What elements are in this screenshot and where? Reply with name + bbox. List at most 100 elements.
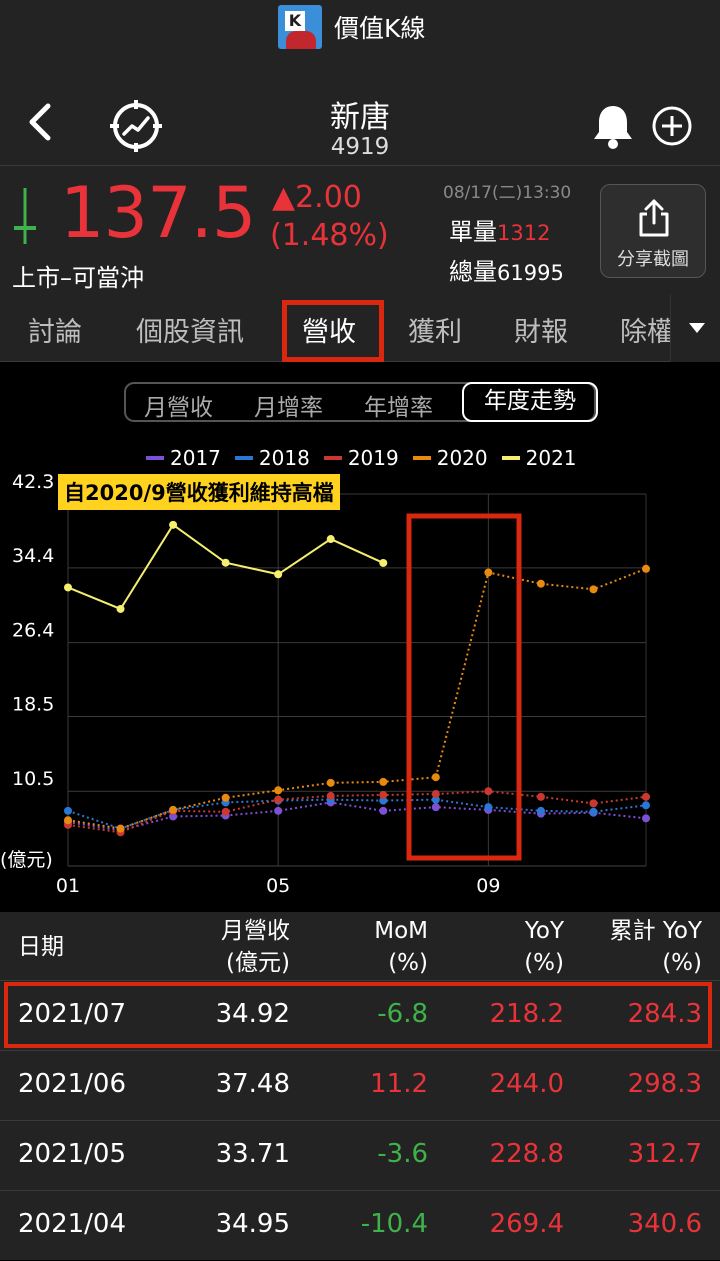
app-logo-icon: K [278, 5, 322, 49]
data-point-2021 [326, 535, 335, 544]
data-point-2019 [274, 795, 283, 804]
chevron-down-icon[interactable] [670, 294, 720, 362]
quote-time: 08/17(二)13:30 [443, 183, 572, 203]
table-row[interactable]: 2021/04 34.95 -10.4 269.4 340.6 [0, 1190, 720, 1260]
share-label: 分享截圖 [617, 249, 689, 270]
x-tick-label: 05 [266, 875, 290, 897]
row-cumulative-yoy: 340.6 [627, 1209, 702, 1239]
table-row[interactable]: 2021/06 37.48 11.2 244.0 298.3 [0, 1050, 720, 1120]
table-row[interactable]: 2021/05 33.71 -3.6 228.8 312.7 [0, 1120, 720, 1190]
y-tick-label: 10.5 [12, 768, 54, 790]
row-revenue: 33.71 [215, 1139, 290, 1169]
y-tick-label: 18.5 [12, 693, 54, 715]
legend-label: 2021 [525, 446, 577, 470]
segment-monthly-revenue[interactable]: 月營收 [144, 388, 213, 422]
tab-stock-info[interactable]: 個股資訊 [136, 310, 244, 349]
price-change: ▲2.00 [272, 180, 362, 215]
data-point-2019 [484, 787, 493, 796]
row-revenue: 34.95 [215, 1209, 290, 1239]
row-cumulative-yoy: 298.3 [627, 1069, 702, 1099]
y-tick-label: 26.4 [12, 620, 54, 642]
tab-bar: 討論 個股資訊 營收 獲利 財報 除權 [0, 294, 720, 362]
data-point-2021 [221, 558, 230, 567]
data-point-2019 [431, 790, 440, 799]
header-mom-unit: (%) [388, 950, 428, 976]
app-header: K 價值K線 [0, 0, 720, 60]
data-point-2018 [589, 807, 598, 816]
data-point-2019 [326, 791, 335, 800]
legend-item: 2018 [234, 446, 310, 470]
data-point-2020 [116, 824, 125, 833]
data-point-2019 [536, 792, 545, 801]
segment-yoy[interactable]: 年增率 [364, 388, 433, 422]
tab-discussion[interactable]: 討論 [28, 310, 82, 349]
row-cumulative-yoy: 312.7 [627, 1139, 702, 1169]
total-volume-label: 總量 [449, 258, 497, 286]
y-unit-label: (億元) [0, 849, 53, 871]
candle-icon [14, 188, 36, 244]
unit-volume: 單量1312 [449, 212, 550, 247]
x-tick-label: 09 [476, 875, 500, 897]
chart-legend: 2017 2018 2019 2020 2021 [146, 446, 577, 470]
legend-item: 2019 [323, 446, 399, 470]
chart-highlight-box [406, 513, 522, 861]
app-brand: K 價值K線 [278, 5, 425, 49]
stock-price: 137.5 [60, 172, 256, 254]
header-yoy-unit: (%) [524, 950, 564, 976]
data-point-2019 [642, 792, 650, 801]
segmented-control: 月營收 月增率 年增率 年度走勢 [124, 382, 598, 422]
table-header: 日期 月營收 (億元) MoM (%) YoY (%) 累計 YoY (%) [0, 912, 720, 980]
total-volume: 總量61995 [449, 252, 564, 287]
data-point-2021 [64, 583, 72, 592]
legend-label: 2020 [436, 446, 488, 470]
revenue-chart: 42.3 34.4 26.4 18.5 10.5 (億元)01 05 09 [0, 471, 650, 897]
data-point-2020 [64, 816, 72, 825]
data-point-2019 [379, 790, 388, 799]
row-mom: 11.2 [370, 1069, 428, 1099]
segment-annual-trend-label: 年度走勢 [484, 388, 576, 414]
header-mom: MoM [374, 918, 428, 944]
data-point-2020 [589, 585, 598, 594]
y-tick-label: 34.4 [12, 545, 54, 567]
bell-icon[interactable] [590, 102, 636, 150]
data-point-2021 [274, 570, 283, 579]
header-cumulative-yoy: 累計 YoY [609, 918, 702, 944]
data-point-2020 [431, 773, 440, 782]
data-point-2020 [169, 805, 178, 814]
legend-swatch [323, 456, 342, 460]
data-point-2020 [274, 786, 283, 795]
market-label: 上市–可當沖 [12, 264, 144, 292]
data-point-2019 [221, 807, 230, 816]
legend-label: 2018 [258, 446, 310, 470]
stock-nav-bar: 新唐 4919 [0, 60, 720, 166]
data-point-2020 [642, 564, 650, 573]
share-screenshot-button[interactable]: 分享截圖 [600, 184, 706, 278]
data-point-2019 [589, 799, 598, 808]
row-yoy: 244.0 [489, 1069, 564, 1099]
row-date: 2021/04 [18, 1209, 127, 1239]
data-point-2021 [116, 604, 125, 613]
header-revenue-unit: (億元) [226, 950, 290, 976]
quote-panel: 137.5 ▲2.00 (1.48%) 上市–可當沖 08/17(二)13:30… [0, 166, 720, 294]
row-revenue: 37.48 [215, 1069, 290, 1099]
data-point-2018 [642, 801, 650, 810]
tab-financials[interactable]: 財報 [514, 310, 568, 349]
total-volume-value: 61995 [497, 261, 564, 285]
segment-mom[interactable]: 月增率 [254, 388, 323, 422]
legend-item: 2020 [412, 446, 488, 470]
tab-profit[interactable]: 獲利 [408, 310, 462, 349]
data-point-2020 [536, 579, 545, 588]
row-yoy: 228.8 [489, 1139, 564, 1169]
share-icon [639, 199, 669, 237]
row-yoy: 269.4 [489, 1209, 564, 1239]
tab-dividend[interactable]: 除權 [620, 310, 674, 349]
price-change-percent: (1.48%) [270, 218, 389, 253]
row-highlight [4, 982, 712, 1048]
data-point-2021 [379, 558, 388, 567]
segment-annual-trend[interactable]: 年度走勢 [462, 382, 598, 422]
add-circle-icon[interactable] [650, 104, 694, 148]
header-yoy: YoY [524, 918, 564, 944]
app-title: 價值K線 [334, 14, 426, 43]
data-point-2017 [431, 803, 440, 812]
data-point-2018 [64, 806, 72, 815]
